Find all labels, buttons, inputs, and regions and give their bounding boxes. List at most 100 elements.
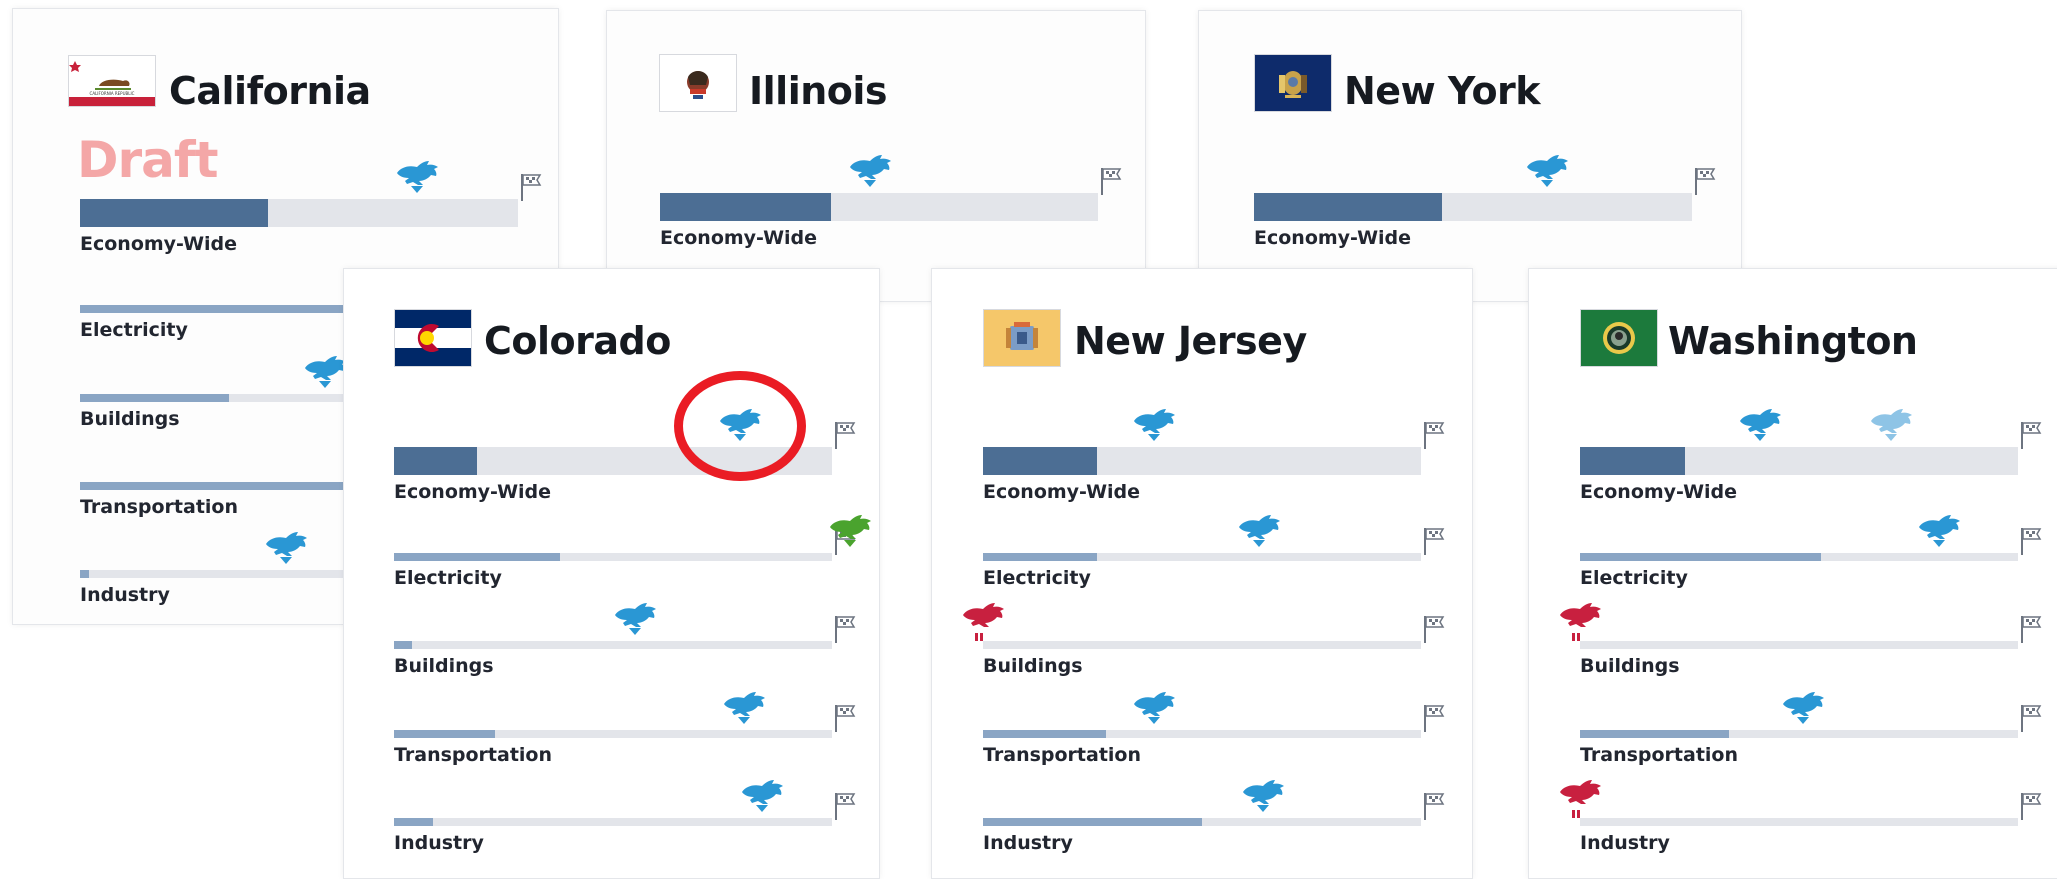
sector-label: Transportation	[80, 496, 239, 518]
progress-track	[983, 553, 1421, 561]
progress-fill	[80, 570, 89, 578]
state-card-washington[interactable]: Washington Economy-Wide Electricity Buil…	[1528, 268, 2057, 879]
progress-track	[983, 730, 1421, 738]
goal-flag-icon	[1423, 615, 1445, 648]
sector-label: Buildings	[983, 655, 1083, 677]
progress-track	[1254, 193, 1692, 221]
goal-flag-icon	[2020, 421, 2042, 454]
progress-track	[1580, 447, 2018, 475]
blue-rabbit-icon[interactable]	[1239, 774, 1287, 825]
goal-flag-icon	[1694, 167, 1716, 200]
sector-label: Transportation	[983, 744, 1142, 766]
blue-rabbit-icon[interactable]	[1130, 686, 1178, 737]
progress-fill	[394, 447, 478, 475]
goal-flag-icon	[2020, 527, 2042, 560]
state-name: California	[169, 69, 371, 113]
blue-rabbit-icon[interactable]	[720, 686, 768, 737]
highlight-circle	[674, 371, 807, 481]
red-rabbit-icon[interactable]	[1556, 774, 1604, 825]
blue-rabbit-icon[interactable]	[738, 774, 786, 825]
blue-rabbit-icon[interactable]	[262, 526, 310, 577]
state-card-colorado[interactable]: Colorado Economy-Wide Electricity Buildi…	[343, 268, 880, 879]
progress-fill	[394, 818, 434, 826]
new-jersey-flag-icon	[983, 309, 1061, 367]
progress-track	[80, 199, 518, 227]
progress-fill	[983, 553, 1097, 561]
goal-flag-icon	[1423, 704, 1445, 737]
progress-track	[983, 641, 1421, 649]
progress-fill	[394, 641, 412, 649]
sector-label: Economy-Wide	[80, 233, 238, 255]
colorado-flag-icon	[394, 309, 472, 367]
state-name: Washington	[1668, 319, 1918, 363]
red-rabbit-icon[interactable]	[959, 597, 1007, 648]
sector-label: Transportation	[1580, 744, 1739, 766]
california-flag-icon: CALIFORNIA REPUBLIC	[68, 55, 156, 107]
sector-label: Economy-Wide	[394, 481, 552, 503]
goal-flag-icon	[1423, 792, 1445, 825]
sector-label: Transportation	[394, 744, 553, 766]
progress-fill	[80, 394, 229, 402]
blue-rabbit-icon[interactable]	[1779, 686, 1827, 737]
progress-fill	[983, 730, 1106, 738]
new-york-flag-icon	[1254, 54, 1332, 112]
sector-label: Electricity	[80, 319, 188, 341]
goal-flag-icon	[834, 615, 856, 648]
goal-flag-icon	[2020, 792, 2042, 825]
goal-flag-icon	[834, 421, 856, 454]
sector-label: Industry	[80, 584, 170, 606]
blue-rabbit-icon[interactable]	[1915, 509, 1963, 560]
sector-label: Electricity	[1580, 567, 1688, 589]
sector-label: Buildings	[1580, 655, 1680, 677]
lightblue-rabbit-icon[interactable]	[1867, 403, 1915, 454]
sector-label: Economy-Wide	[660, 227, 818, 249]
sector-label: Economy-Wide	[1254, 227, 1412, 249]
state-name: Colorado	[484, 319, 671, 363]
progress-track	[1580, 818, 2018, 826]
goal-flag-icon	[834, 704, 856, 737]
blue-rabbit-icon[interactable]	[1736, 403, 1784, 454]
blue-rabbit-icon[interactable]	[1235, 509, 1283, 560]
goal-flag-icon	[520, 173, 542, 206]
illinois-flag-icon	[659, 54, 737, 112]
sector-label: Industry	[394, 832, 484, 854]
goal-flag-icon	[1423, 421, 1445, 454]
blue-rabbit-icon[interactable]	[1130, 403, 1178, 454]
progress-track	[983, 447, 1421, 475]
green-rabbit-icon[interactable]	[826, 509, 874, 560]
goal-flag-icon	[2020, 615, 2042, 648]
progress-fill	[983, 818, 1202, 826]
state-name: New Jersey	[1074, 319, 1307, 363]
sector-label: Industry	[983, 832, 1073, 854]
progress-track	[1580, 641, 2018, 649]
progress-fill	[660, 193, 831, 221]
blue-rabbit-icon[interactable]	[393, 155, 441, 206]
goal-flag-icon	[1100, 167, 1122, 200]
state-name: Illinois	[749, 69, 888, 113]
progress-fill	[394, 553, 561, 561]
progress-fill	[80, 305, 378, 313]
progress-track	[394, 553, 832, 561]
svg-text:CALIFORNIA REPUBLIC: CALIFORNIA REPUBLIC	[90, 91, 135, 96]
progress-fill	[80, 482, 387, 490]
sector-label: Economy-Wide	[1580, 481, 1738, 503]
progress-fill	[1254, 193, 1443, 221]
red-rabbit-icon[interactable]	[1556, 597, 1604, 648]
blue-rabbit-icon[interactable]	[1523, 149, 1571, 200]
progress-fill	[983, 447, 1097, 475]
goal-flag-icon	[1423, 527, 1445, 560]
state-card-new-york[interactable]: New York Economy-Wide	[1198, 10, 1742, 302]
progress-fill	[1580, 553, 1821, 561]
washington-flag-icon	[1580, 309, 1658, 367]
sector-label: Buildings	[394, 655, 494, 677]
state-card-new-jersey[interactable]: New Jersey Economy-Wide Electricity Buil…	[931, 268, 1473, 879]
progress-fill	[1580, 730, 1729, 738]
sector-label: Electricity	[983, 567, 1091, 589]
progress-fill	[394, 730, 495, 738]
progress-fill	[80, 199, 269, 227]
sector-label: Economy-Wide	[983, 481, 1141, 503]
blue-rabbit-icon[interactable]	[846, 149, 894, 200]
state-card-illinois[interactable]: Illinois Economy-Wide	[606, 10, 1146, 302]
goal-flag-icon	[834, 792, 856, 825]
blue-rabbit-icon[interactable]	[611, 597, 659, 648]
